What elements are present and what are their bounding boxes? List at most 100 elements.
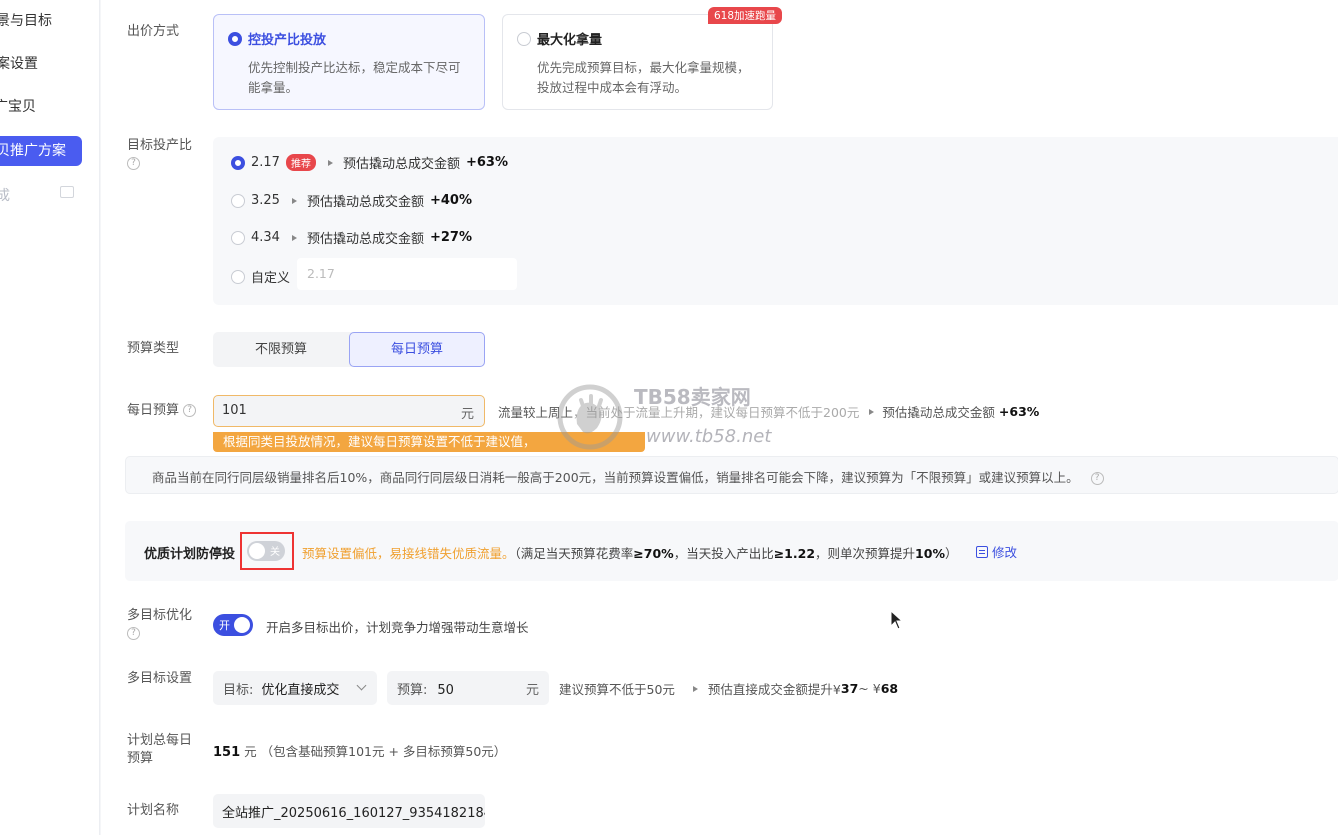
mouse-cursor-icon xyxy=(890,610,904,630)
estimate-label: 预估撬动总成交金额 xyxy=(306,195,424,210)
estimate-value: +63% xyxy=(465,155,508,170)
roi-value: 2.17 xyxy=(251,155,280,170)
sidebar-item-complete[interactable]: 成 xyxy=(0,181,10,211)
estimate-value: +63% xyxy=(998,404,1040,419)
multi-budget-input[interactable]: 预算: 50 元 xyxy=(387,671,549,705)
budget-type-daily[interactable]: 每日预算 xyxy=(349,332,485,367)
toggle-knob xyxy=(249,543,265,559)
multi-setting-label: 多目标设置 xyxy=(127,671,193,686)
radio-selected-icon[interactable] xyxy=(228,31,242,46)
chevron-down-icon xyxy=(356,680,367,691)
promo-tag: 618加速跑量 xyxy=(707,7,782,24)
bid-option-desc: 优先控制投产比达标，稳定成本下尽可能拿量。 xyxy=(248,60,461,95)
estimate-value: +27% xyxy=(429,230,472,245)
roi-option-custom[interactable]: 自定义 xyxy=(231,267,290,286)
total-budget-label: 计划总每日预算 xyxy=(127,733,193,766)
sidebar-item-promo-items[interactable]: 广宝贝 xyxy=(0,92,36,122)
min-budget-hint: 建议预算不低于50元 xyxy=(559,682,675,697)
sidebar-item-plan-settings[interactable]: 案设置 xyxy=(0,49,38,79)
multi-setting-hint: 建议预算不低于50元 预估直接成交金额提升¥ 37 ~ ¥68 xyxy=(559,679,898,698)
daily-budget-value: 101 xyxy=(222,403,247,418)
radio-unselected-icon[interactable] xyxy=(231,269,245,284)
multi-target-desc: 开启多目标出价，计划竞争力增强带动生意增长 xyxy=(266,620,529,635)
budget-prefix: 预算: xyxy=(397,683,428,698)
edit-link[interactable]: 修改 xyxy=(976,542,1017,561)
budget-type-segmented: 不限预算 每日预算 xyxy=(213,332,485,367)
estimate-value: +40% xyxy=(429,193,472,208)
daily-budget-input[interactable]: 101 元 xyxy=(213,395,485,427)
recommend-tag: 推荐 xyxy=(285,154,316,171)
budget-unit: 元 xyxy=(525,683,539,698)
radio-unselected-icon[interactable] xyxy=(231,230,245,245)
help-icon[interactable]: ? xyxy=(1090,472,1104,485)
estimate-label: 预估撬动总成交金额 xyxy=(882,405,995,420)
radio-selected-icon[interactable] xyxy=(231,155,245,170)
triangle-right-icon xyxy=(327,159,333,166)
watermark-logo-icon xyxy=(557,384,623,450)
target-select[interactable]: 目标: 优化直接成交 xyxy=(213,671,377,705)
total-budget: 151 元 （包含基础预算101元 + 多目标预算50元） xyxy=(213,741,506,760)
multi-target-toggle[interactable]: 开 xyxy=(213,614,253,636)
custom-roi-input[interactable]: 2.17 xyxy=(297,258,517,290)
sidebar: 景与目标 案设置 广宝贝 贝推广方案 成 xyxy=(0,0,100,835)
target-roi-label: 目标投产比? xyxy=(127,138,193,170)
estimate-low: 37 xyxy=(840,681,859,696)
triangle-right-icon xyxy=(291,234,297,241)
radio-unselected-icon[interactable] xyxy=(517,31,531,46)
budget-info-text: 商品当前在同行同层级销量排名后10%，商品同行同层级日消耗一般高于200元，当前… xyxy=(152,470,1079,485)
daily-budget-unit: 元 xyxy=(460,407,474,422)
budget-info-box: 商品当前在同行同层级销量排名后10%，商品同行同层级日消耗一般高于200元，当前… xyxy=(125,456,1338,494)
radio-unselected-icon[interactable] xyxy=(231,193,245,208)
triangle-right-icon xyxy=(291,197,297,204)
estimate-label: 预估直接成交金额提升¥ xyxy=(707,682,841,697)
anti-stop-warning: 预算设置偏低，易接线错失优质流量。 xyxy=(302,546,515,561)
bid-option-desc: 优先完成预算目标，最大化拿量规模，投放过程中成本会有浮动。 xyxy=(537,60,750,95)
lock-icon xyxy=(60,186,74,198)
target-value: 优化直接成交 xyxy=(261,683,340,698)
estimate-sep: ~ ¥ xyxy=(858,681,881,696)
edit-label: 修改 xyxy=(992,545,1018,560)
estimate-label: 预估撬动总成交金额 xyxy=(306,232,424,247)
bid-option-title: 控投产比投放 xyxy=(248,33,327,48)
help-icon[interactable]: ? xyxy=(127,157,140,170)
anti-stop-label: 优质计划防停投 xyxy=(144,547,236,562)
bid-method-label: 出价方式 xyxy=(127,24,180,39)
main-panel: 出价方式 控投产比投放 优先控制投产比达标，稳定成本下尽可能拿量。 618加速跑… xyxy=(101,0,1338,835)
budget-type-label: 预算类型 xyxy=(127,341,180,356)
sidebar-item-scene-target[interactable]: 景与目标 xyxy=(0,6,52,36)
edit-icon xyxy=(976,545,988,558)
total-unit: 元 xyxy=(244,744,257,759)
bid-option-max-volume[interactable]: 618加速跑量 最大化拿量 优先完成预算目标，最大化拿量规模，投放过程中成本会有… xyxy=(502,7,782,110)
watermark-url: www.tb58.net xyxy=(646,426,772,447)
roi-option-1[interactable]: 2.17 推荐 预估撬动总成交金额 +63% xyxy=(231,153,508,172)
plan-name-label: 计划名称 xyxy=(127,803,180,818)
estimate-high: 68 xyxy=(880,681,899,696)
watermark-title: TB58卖家网 xyxy=(634,385,751,409)
daily-budget-label: 每日预算 ? xyxy=(127,402,197,420)
anti-stop-box: 优质计划防停投 关 预算设置偏低，易接线错失优质流量。（满足当天预算花费率≥70… xyxy=(125,521,1338,581)
help-icon[interactable]: ? xyxy=(127,627,140,640)
estimate-label: 预估撬动总成交金额 xyxy=(342,157,460,172)
triangle-right-icon xyxy=(692,685,698,692)
toggle-text: 开 xyxy=(219,619,230,632)
budget-value: 50 xyxy=(437,683,454,698)
bid-option-roi[interactable]: 控投产比投放 优先控制投产比达标，稳定成本下尽可能拿量。 xyxy=(213,14,485,110)
sidebar-item-promo-plan[interactable]: 贝推广方案 xyxy=(0,136,82,166)
budget-type-unlimited[interactable]: 不限预算 xyxy=(213,332,349,367)
anti-stop-toggle[interactable]: 关 xyxy=(247,541,285,561)
roi-value: 3.25 xyxy=(251,193,280,208)
bid-option-title: 最大化拿量 xyxy=(537,33,603,48)
total-value: 151 xyxy=(213,745,241,760)
toggle-text: 关 xyxy=(270,547,280,558)
roi-option-3[interactable]: 4.34 预估撬动总成交金额 +27% xyxy=(231,228,472,247)
multi-target-label: 多目标优化? xyxy=(127,608,193,640)
roi-value: 4.34 xyxy=(251,230,280,245)
plan-name-input[interactable]: 全站推广_20250616_160127_93541821841 xyxy=(213,794,485,828)
help-icon[interactable]: ? xyxy=(183,404,197,417)
triangle-right-icon xyxy=(869,408,875,415)
total-detail: （包含基础预算101元 + 多目标预算50元） xyxy=(260,744,507,759)
toggle-knob xyxy=(234,617,250,633)
target-prefix: 目标: xyxy=(223,683,254,698)
anti-stop-message: 预算设置偏低，易接线错失优质流量。（满足当天预算花费率≥70%，当天投入产出比≥… xyxy=(302,546,958,561)
roi-option-2[interactable]: 3.25 预估撬动总成交金额 +40% xyxy=(231,191,472,210)
